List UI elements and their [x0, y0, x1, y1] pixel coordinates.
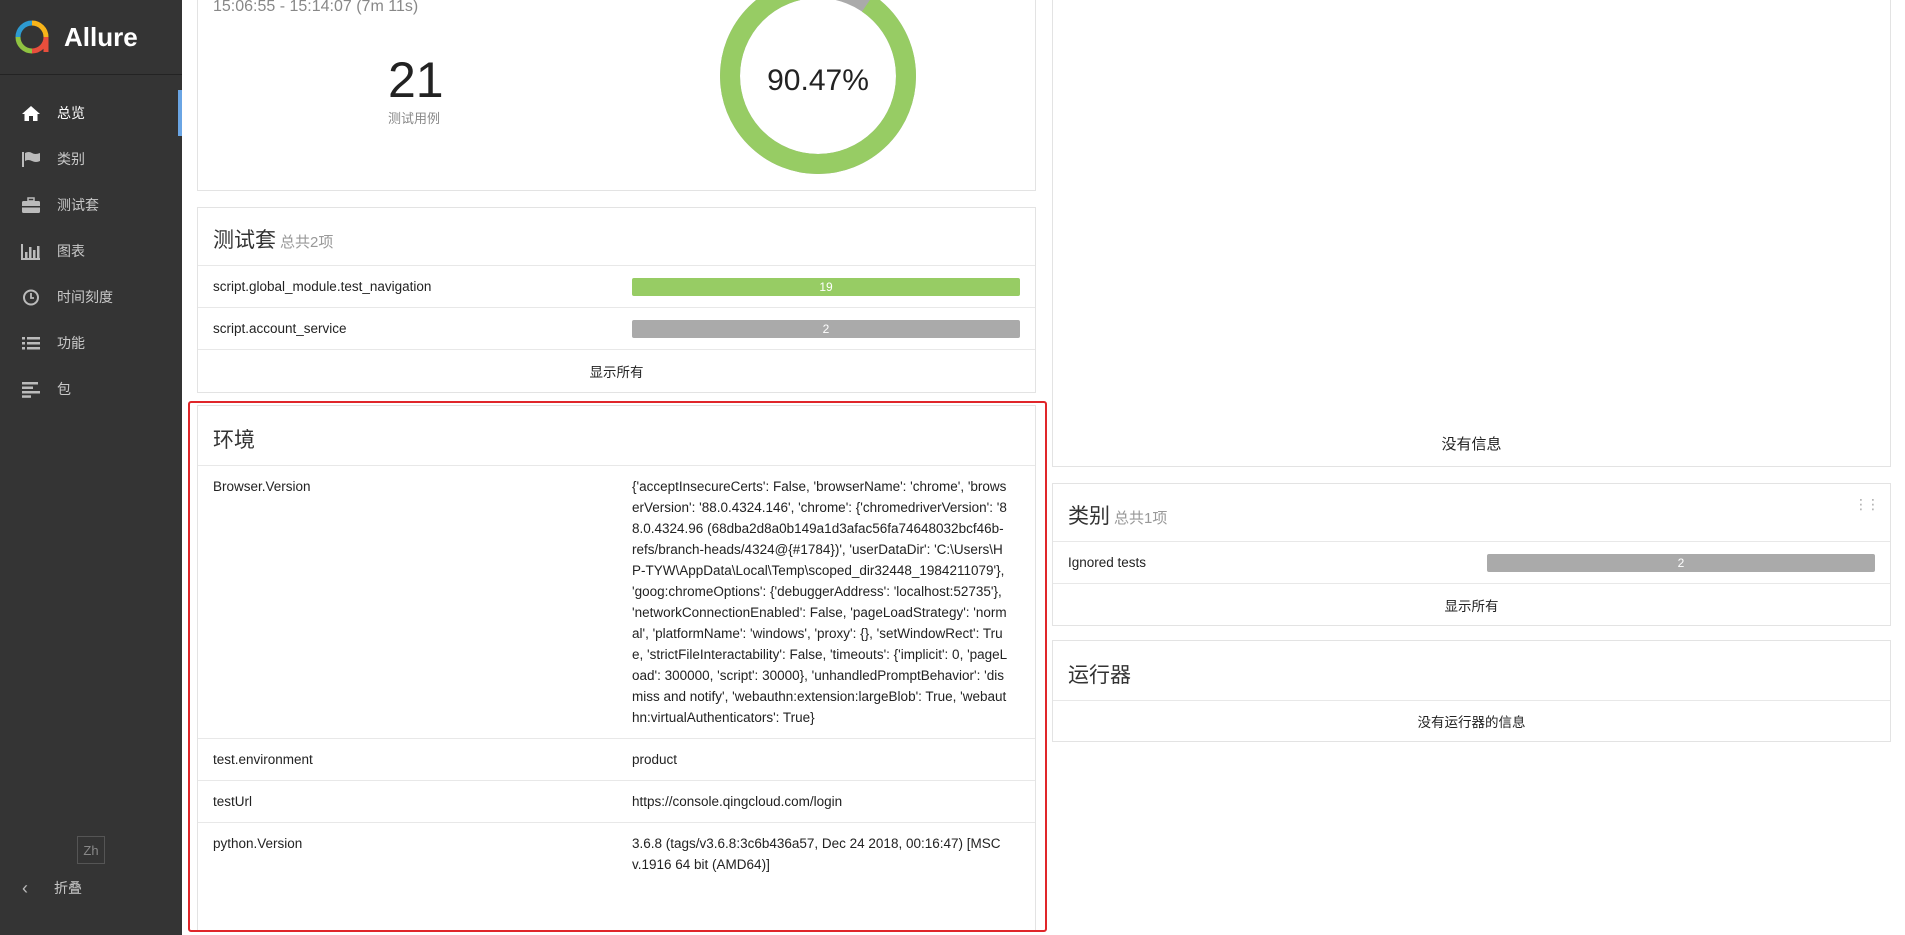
suite-row[interactable]: script.global_module.test_navigation 19: [198, 266, 1035, 308]
categories-header: 类别 总共1项: [1053, 484, 1890, 542]
sidebar-item-categories[interactable]: 类别: [0, 136, 182, 182]
suites-header: 测试套 总共2项: [198, 208, 1035, 266]
sidebar-item-timeline[interactable]: 时间刻度: [0, 274, 182, 320]
sidebar-item-label: 图表: [57, 243, 85, 259]
suites-widget: 测试套 总共2项 script.global_module.test_navig…: [197, 207, 1036, 393]
categories-title: 类别: [1068, 505, 1110, 528]
sidebar-item-label: 总览: [57, 105, 85, 121]
highlight-box: [188, 401, 1047, 932]
categories-subtitle: 总共1项: [1114, 510, 1168, 527]
sidebar-item-label: 时间刻度: [57, 289, 113, 305]
suite-name: script.account_service: [213, 321, 347, 336]
test-count-label: 测试用例: [388, 111, 441, 126]
suite-status-bar: 2: [632, 319, 1020, 338]
test-count: 21: [388, 52, 444, 108]
suites-subtitle: 总共2项: [280, 234, 334, 251]
sidebar-nav: 总览 类别 测试套 图表 时间刻度 功能 包: [0, 90, 182, 412]
clock-icon: [20, 288, 42, 306]
suite-status-bar: 19: [632, 277, 1020, 296]
trend-widget: 没有信息: [1052, 0, 1891, 467]
chevron-left-icon: ‹: [22, 877, 28, 898]
suite-name: script.global_module.test_navigation: [213, 279, 432, 294]
sidebar-item-label: 测试套: [57, 197, 99, 213]
home-icon: [20, 104, 42, 122]
category-status-bar: 2: [1487, 553, 1875, 572]
allure-logo-icon: [15, 20, 49, 54]
briefcase-icon: [20, 196, 42, 214]
drag-handle-icon[interactable]: ⋮⋮: [1854, 496, 1880, 513]
sidebar-item-label: 包: [57, 381, 71, 397]
executors-widget: 运行器 没有运行器的信息: [1052, 640, 1891, 742]
sidebar-item-packages[interactable]: 包: [0, 366, 182, 412]
category-name: Ignored tests: [1068, 555, 1147, 570]
bar-chart-icon: [20, 242, 42, 260]
list-icon: [20, 334, 42, 352]
collapse-label: 折叠: [54, 880, 82, 896]
executors-title: 运行器: [1068, 664, 1131, 687]
collapse-button[interactable]: ‹ 折叠: [0, 870, 82, 906]
sidebar-item-graphs[interactable]: 图表: [0, 228, 182, 274]
sidebar: Allure 总览 类别 测试套 图表 时间刻度 功能 包 Zh ‹ 折叠: [0, 0, 182, 935]
trend-empty-message: 没有信息: [1441, 436, 1502, 453]
app-name: Allure: [64, 21, 138, 52]
flag-icon: [20, 150, 42, 168]
suite-row[interactable]: script.account_service 2: [198, 308, 1035, 350]
time-range: 15:06:55 - 15:14:07 (7m 11s): [213, 0, 419, 15]
suites-title: 测试套: [213, 229, 276, 252]
language-switch[interactable]: Zh: [77, 836, 105, 864]
sidebar-item-label: 功能: [57, 335, 85, 351]
sidebar-item-suites[interactable]: 测试套: [0, 182, 182, 228]
align-left-icon: [20, 380, 42, 398]
executors-header: 运行器: [1053, 641, 1890, 701]
logo[interactable]: Allure: [0, 0, 182, 75]
sidebar-item-behaviors[interactable]: 功能: [0, 320, 182, 366]
success-rate-donut[interactable]: 90.47%: [718, 0, 918, 176]
executors-empty-message: 没有运行器的信息: [1417, 715, 1526, 730]
success-rate: 90.47%: [767, 64, 869, 97]
suites-show-all-link[interactable]: 显示所有: [198, 350, 1035, 392]
sidebar-item-overview[interactable]: 总览: [0, 90, 182, 136]
category-row[interactable]: Ignored tests 2: [1053, 542, 1890, 584]
summary-widget: 15:06:55 - 15:14:07 (7m 11s) 21 测试用例 90.…: [197, 0, 1036, 191]
sidebar-item-label: 类别: [57, 151, 85, 167]
categories-show-all-link[interactable]: 显示所有: [1053, 584, 1890, 626]
categories-widget: ⋮⋮ 类别 总共1项 Ignored tests 2 显示所有: [1052, 483, 1891, 626]
